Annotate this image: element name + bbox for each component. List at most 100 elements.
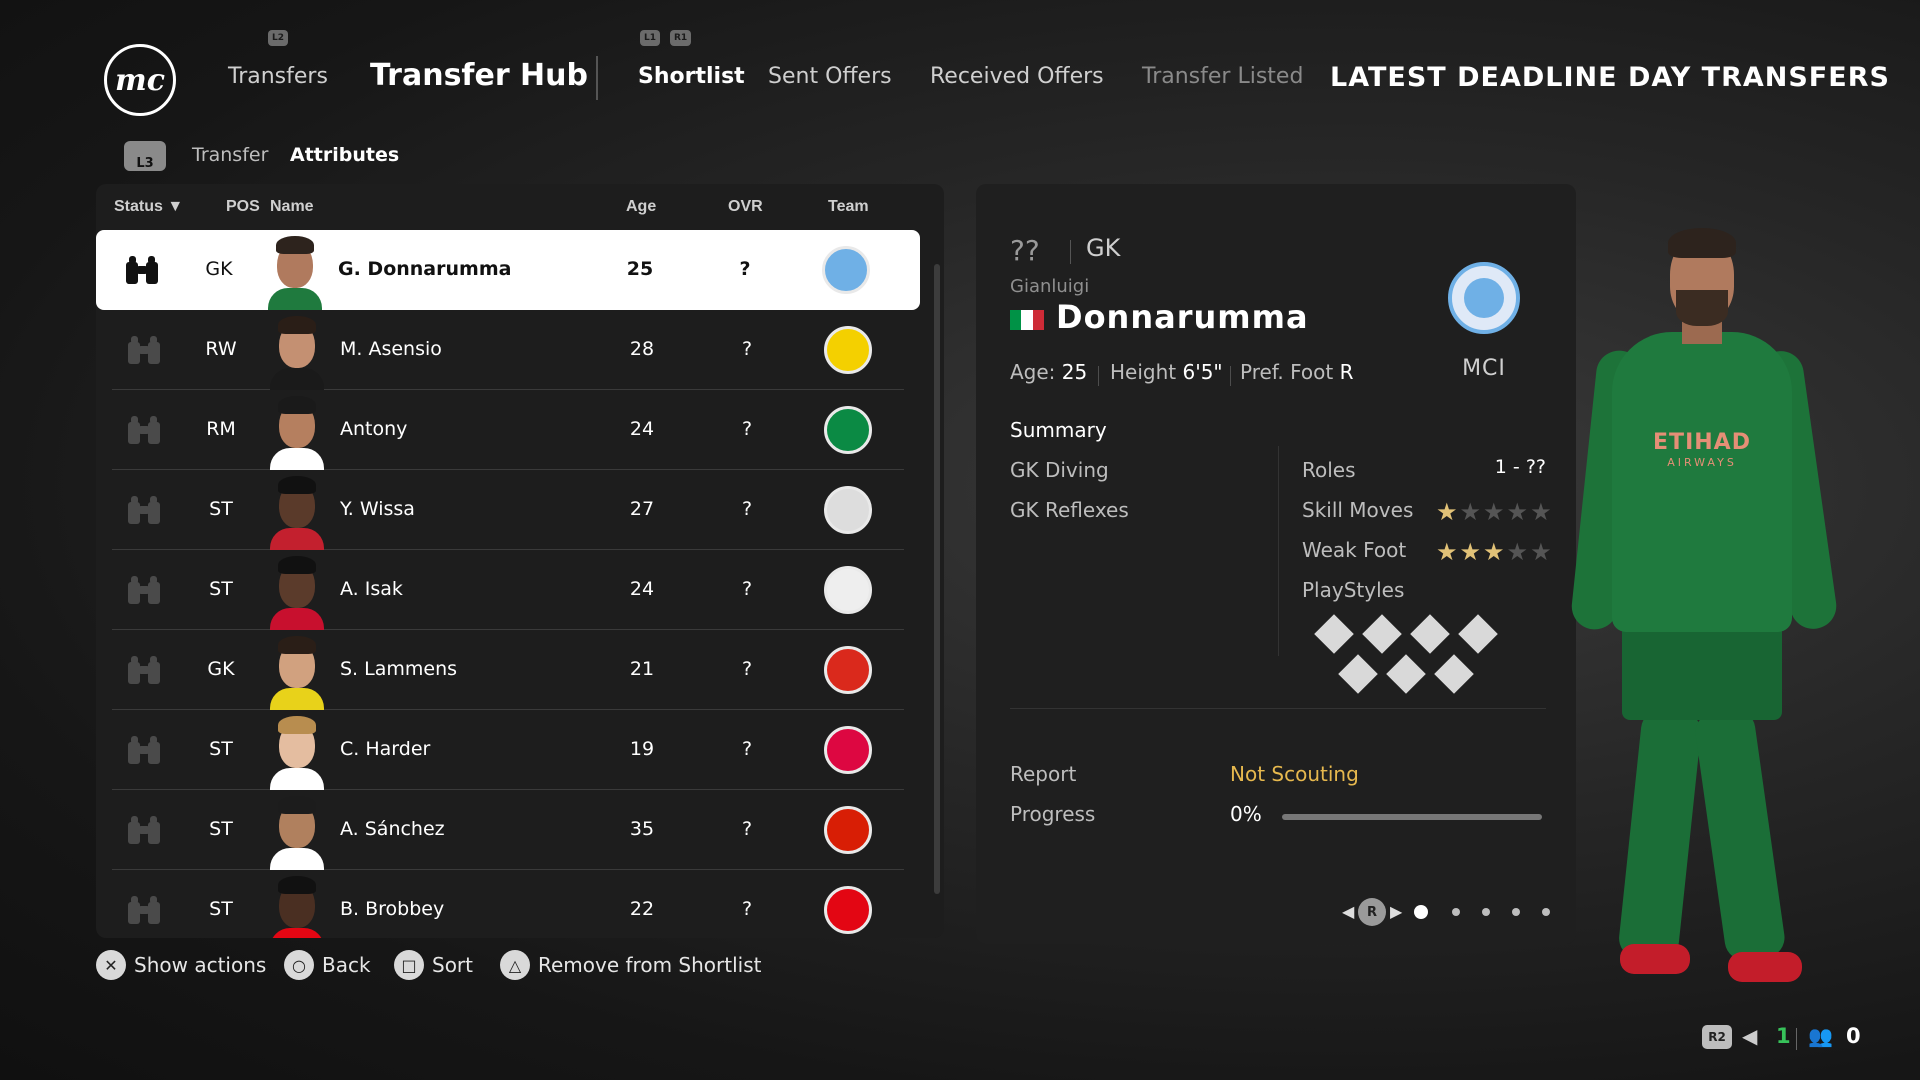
height-info: Height 6'5" [1110,360,1223,384]
breadcrumb-attributes[interactable]: Attributes [290,144,399,166]
column-team[interactable]: Team [828,198,869,216]
player-age: 21 [629,658,655,680]
sort-prompt[interactable]: □ Sort [394,950,473,980]
player-portrait [270,550,324,630]
player-position: ST [209,898,233,920]
height-value: 6'5" [1182,360,1223,384]
player-ovr: ?? [1010,234,1040,267]
player-row[interactable]: ST A. Isak 24? [112,550,904,630]
people-count: 0 [1846,1024,1861,1048]
binoculars-icon [126,576,162,604]
italy-flag-icon [1010,310,1044,330]
player-ovr: ? [739,258,751,280]
prompt-label: Sort [432,953,473,977]
player-age: 24 [629,578,655,600]
page-indicator-dot[interactable] [1542,908,1550,916]
attribute-gk-diving: GK Diving [1010,458,1109,482]
player-age: 24 [629,418,655,440]
page-indicator-dot[interactable] [1414,905,1428,919]
tab-received-offers[interactable]: Received Offers [930,64,1104,89]
chevron-right-icon[interactable]: ▶ [1390,902,1402,921]
column-age[interactable]: Age [626,198,656,216]
tab-shortlist[interactable]: Shortlist [638,64,745,89]
player-last-name: Donnarumma [1056,298,1309,336]
breadcrumb-transfer[interactable]: Transfer [192,144,268,166]
rb-leipzig-crest-icon [824,726,872,774]
man-united-crest-icon [824,646,872,694]
tab-sent-offers[interactable]: Sent Offers [768,64,892,89]
player-row[interactable]: ST B. Brobbey 22? [112,870,904,938]
column-name[interactable]: Name [270,198,314,216]
binoculars-icon [126,336,162,364]
binoculars-icon [124,256,160,284]
page-title: Transfer Hub [370,58,588,93]
player-row[interactable]: ST C. Harder 19? [112,710,904,790]
list-header: Status ▼ POS Name Age OVR Team [96,184,944,230]
l2-button-hint: L2 [268,30,288,46]
active-count: 1 [1776,1024,1791,1048]
chevron-left-icon[interactable]: ◀ [1342,902,1354,921]
age-info: Age: 25 [1010,360,1087,384]
cross-button-icon: ✕ [96,950,126,980]
star-icon: ★ [1459,538,1482,566]
player-ovr: ? [741,578,753,600]
player-row[interactable]: GK G. Donnarumma 25? [96,230,920,310]
skill-moves-rating: ★ ★ ★ ★ ★ [1436,500,1552,524]
player-row[interactable]: RM Antony 24? [112,390,904,470]
playstyle-slot-icon[interactable] [1314,614,1354,654]
newcastle-crest-icon [824,486,872,534]
page-indicator-dot[interactable] [1512,908,1520,916]
playstyle-slot-icon[interactable] [1434,654,1474,694]
player-ovr: ? [741,738,753,760]
player-age: 19 [629,738,655,760]
shirt-sponsor: ETIHAD [1653,430,1751,455]
playstyles-label: PlayStyles [1302,578,1405,602]
player-ovr: ? [741,818,753,840]
tab-transfer-listed[interactable]: Transfer Listed [1142,64,1303,89]
show-actions-prompt[interactable]: ✕ Show actions [96,950,266,980]
divider [1010,708,1546,709]
deadline-day-banner[interactable]: LATEST DEADLINE DAY TRANSFERS [1330,62,1890,93]
report-value: Not Scouting [1230,762,1359,786]
age-label: Age: [1010,360,1056,384]
playstyle-slot-icon[interactable] [1410,614,1450,654]
player-row[interactable]: ST Y. Wissa 27? [112,470,904,550]
column-pos[interactable]: POS [226,198,260,216]
player-age: 28 [629,338,655,360]
player-age: 25 [626,258,654,280]
shirt-sponsor-sub: AIRWAYS [1667,456,1737,469]
playstyle-slot-icon[interactable] [1458,614,1498,654]
player-hair [1668,228,1736,258]
real-betis-crest-icon [824,406,872,454]
player-portrait [270,870,324,938]
r1-button-hint: R1 [670,30,692,46]
back-prompt[interactable]: ○ Back [284,950,371,980]
list-scrollbar[interactable] [934,264,940,894]
sevilla-crest-icon [824,806,872,854]
playstyle-slot-icon[interactable] [1386,654,1426,694]
player-portrait [270,710,324,790]
roles-value: 1 - ?? [1494,456,1546,478]
people-icon: 👥 [1808,1024,1833,1048]
tab-transfers[interactable]: Transfers [228,64,328,89]
player-row[interactable]: RW M. Asensio 28? [112,310,904,390]
player-row[interactable]: ST A. Sánchez 35? [112,790,904,870]
player-name: B. Brobbey [340,898,445,920]
player-position: GK [1086,234,1121,262]
playstyle-slot-icon[interactable] [1362,614,1402,654]
remove-from-shortlist-prompt[interactable]: △ Remove from Shortlist [500,950,761,980]
binoculars-icon [126,656,162,684]
progress-bar [1282,814,1542,820]
player-age: 22 [629,898,655,920]
column-ovr[interactable]: OVR [728,198,763,216]
player-row[interactable]: GK S. Lammens 21? [112,630,904,710]
page-indicator-dot[interactable] [1452,908,1460,916]
detail-pager[interactable]: ◀ R ▶ [1342,898,1552,926]
player-first-name: Gianluigi [1010,276,1090,297]
l3-button-hint: L3 [124,141,166,171]
playstyle-slot-icon[interactable] [1338,654,1378,694]
column-status[interactable]: Status ▼ [114,198,183,216]
player-portrait [270,630,324,710]
player-boot [1728,952,1802,982]
page-indicator-dot[interactable] [1482,908,1490,916]
